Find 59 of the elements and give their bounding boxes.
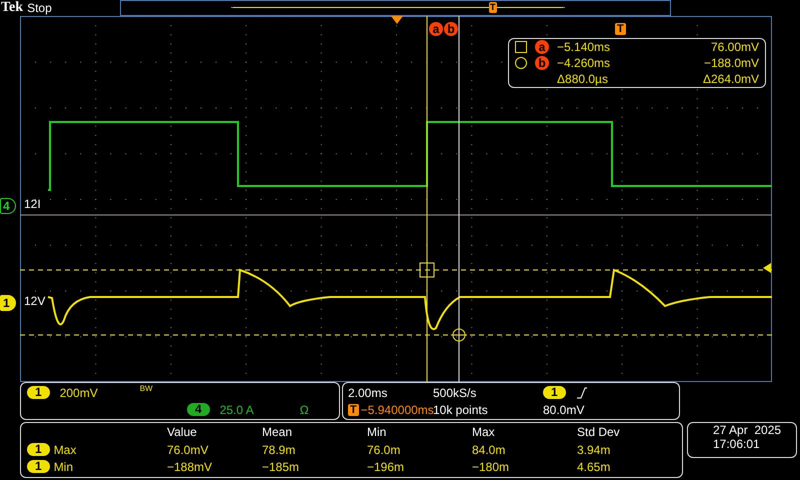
trigger-marker: T	[348, 404, 359, 416]
run-state: Stop	[27, 1, 52, 15]
rising-edge-icon	[576, 386, 588, 398]
cursor-line[interactable]	[458, 16, 460, 382]
delta-time: Δ880.0µs	[557, 72, 609, 86]
table-cell-text: 4.65m	[577, 460, 612, 474]
cursor-time: −4.260ms	[557, 56, 612, 70]
table-cell-text: −196m	[367, 460, 406, 474]
column-header: Mean	[262, 425, 294, 439]
cursor-time: −5.140ms	[557, 40, 612, 54]
channel-marker[interactable]: 4	[0, 198, 16, 214]
square-cursor-icon	[515, 41, 527, 53]
circle-cursor-icon	[515, 57, 527, 69]
trigger-position-icon	[391, 16, 403, 24]
channel-badge: 1	[27, 460, 50, 473]
table-cell-text: 76.0m	[367, 442, 402, 456]
column-header: Min	[367, 425, 388, 439]
cursor-tag: a	[535, 40, 549, 54]
vertical-scale: 200mV	[60, 386, 99, 400]
table-cell-text: −180m	[472, 460, 510, 474]
table-cell-text: 76.0mV	[167, 442, 210, 456]
channel-label: 12V	[24, 294, 46, 308]
horizontal-panel[interactable]: 2.00ms 500kS/s 1 T −5.940000ms10k points 80.0mV	[342, 382, 680, 420]
horizontal-position: −5.940000ms	[360, 402, 434, 416]
column-header: Max	[472, 425, 496, 439]
time-text: 17:06:01	[713, 437, 761, 451]
trigger-marker: T	[489, 2, 496, 13]
delta-value: Δ264.0mV	[702, 72, 759, 86]
table-cell-text: −185m	[262, 460, 300, 474]
column-header: Value	[167, 425, 198, 439]
table-cell-text: 3.94m	[577, 442, 612, 456]
brand-logo: Tek	[1, 0, 24, 16]
table-cell-text: 78.9m	[262, 442, 296, 456]
record-length: 10k points	[433, 402, 489, 416]
measurement-name: Min	[54, 460, 74, 474]
vertical-scale: 25.0 A	[220, 402, 255, 416]
cursor-tag: b	[535, 56, 549, 70]
termination-unit: Ω	[300, 402, 309, 416]
date-text: 27 Apr 2025	[713, 423, 782, 437]
table-cell-text: 84.0m	[472, 442, 506, 456]
cursor-value: 76.00mV	[710, 40, 759, 54]
column-header: Std Dev	[577, 425, 621, 439]
bandwidth-limit: BW	[140, 384, 153, 393]
channel-badge: 4	[187, 403, 210, 416]
vertical-panel[interactable]: 1 200mV BW 4 25.0 A Ω	[20, 382, 340, 420]
cursor-line[interactable]	[426, 16, 428, 382]
measurement-name: Max	[54, 442, 76, 456]
channel-marker[interactable]: 1	[0, 295, 16, 311]
table-cell-text: −188mV	[167, 460, 214, 474]
cursor-value: −188.0mV	[702, 56, 759, 70]
trigger-level: 80.0mV	[543, 402, 586, 416]
channel-label: 12I	[24, 197, 41, 211]
channel-badge: 1	[543, 386, 566, 399]
trigger-marker: T	[615, 23, 626, 35]
circle-cursor-icon	[450, 328, 468, 342]
channel-badge: 1	[27, 443, 50, 456]
horizontal-scale: 2.00ms	[348, 386, 388, 400]
channel-badge: 1	[27, 386, 50, 399]
sample-rate: 500kS/s	[433, 386, 478, 400]
